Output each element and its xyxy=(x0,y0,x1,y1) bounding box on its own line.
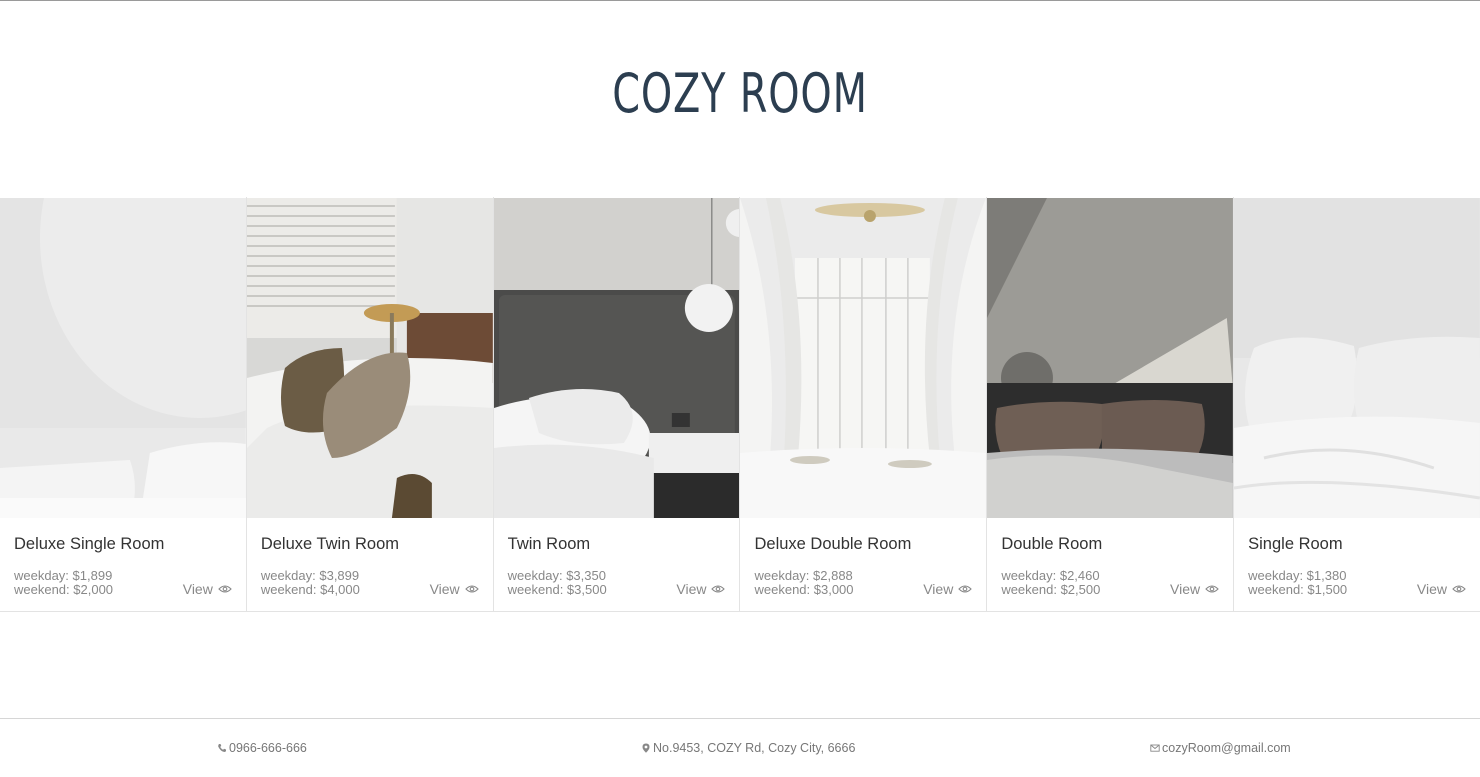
footer-email[interactable]: cozyRoom@gmail.com xyxy=(1150,741,1291,755)
weekend-price: weekend: $2,000 xyxy=(14,582,114,597)
view-label: View xyxy=(182,581,213,597)
weekend-price: weekend: $4,000 xyxy=(260,582,360,597)
footer-phone[interactable]: 0966-666-666 xyxy=(217,741,307,755)
room-prices: weekday: $1,899 weekend: $2,000 xyxy=(14,569,113,597)
room-prices: weekday: $2,888 weekend: $3,000 xyxy=(754,569,853,597)
view-button[interactable]: View xyxy=(676,581,726,597)
eye-icon xyxy=(958,585,973,593)
weekday-price: weekday: $2,888 xyxy=(754,568,853,583)
room-card[interactable]: Single Room weekday: $1,380 weekend: $1,… xyxy=(1233,197,1480,612)
view-label: View xyxy=(1170,581,1201,597)
room-name: Deluxe Double Room xyxy=(754,535,912,553)
view-button[interactable]: View xyxy=(923,581,973,597)
weekend-price: weekend: $3,500 xyxy=(507,582,607,597)
room-name: Deluxe Twin Room xyxy=(260,535,399,553)
weekday-price: weekday: $3,350 xyxy=(507,568,606,583)
eye-icon xyxy=(464,585,479,593)
room-name: Deluxe Single Room xyxy=(14,535,165,553)
room-prices: weekday: $1,380 weekend: $1,500 xyxy=(1248,569,1347,597)
envelope-icon xyxy=(1150,744,1160,752)
room-photo xyxy=(1234,198,1480,518)
weekend-price: weekend: $2,500 xyxy=(1001,582,1101,597)
weekend-price: weekend: $3,000 xyxy=(754,582,854,597)
view-button[interactable]: View xyxy=(183,581,232,597)
eye-icon xyxy=(711,585,726,593)
view-label: View xyxy=(1416,581,1447,597)
weekday-price: weekday: $1,899 xyxy=(14,568,113,583)
phone-icon xyxy=(218,744,226,752)
weekday-price: weekday: $1,380 xyxy=(1248,568,1347,583)
map-pin-icon xyxy=(642,743,650,753)
eye-icon xyxy=(1452,585,1466,593)
room-card[interactable]: Deluxe Single Room weekday: $1,899 weeke… xyxy=(0,197,246,612)
view-button[interactable]: View xyxy=(1170,581,1219,597)
view-label: View xyxy=(429,581,460,597)
room-photo xyxy=(493,198,740,518)
room-card[interactable]: Deluxe Twin Room weekday: $3,899 weekend… xyxy=(245,197,493,612)
view-label: View xyxy=(676,581,707,597)
email-text: cozyRoom@gmail.com xyxy=(1162,741,1291,755)
eye-icon xyxy=(218,585,232,593)
room-photo xyxy=(740,198,987,518)
room-name: Single Room xyxy=(1248,535,1343,553)
weekday-price: weekday: $2,460 xyxy=(1001,568,1100,583)
room-prices: weekday: $3,350 weekend: $3,500 xyxy=(508,569,607,597)
phone-text: 0966-666-666 xyxy=(229,741,307,755)
footer-address: No.9453, COZY Rd, Cozy City, 6666 xyxy=(641,741,855,755)
room-prices: weekday: $3,899 weekend: $4,000 xyxy=(261,569,360,597)
room-photo xyxy=(0,198,246,518)
view-label: View xyxy=(923,581,954,597)
eye-icon xyxy=(1205,585,1219,593)
site-title: COZY ROOM xyxy=(612,62,868,125)
room-photo xyxy=(987,198,1234,518)
view-button[interactable]: View xyxy=(430,581,479,597)
room-name: Double Room xyxy=(1001,535,1103,553)
room-photo xyxy=(246,198,493,518)
room-card[interactable]: Deluxe Double Room weekday: $2,888 weeke… xyxy=(739,197,987,612)
weekend-price: weekend: $1,500 xyxy=(1248,582,1348,597)
room-card[interactable]: Twin Room weekday: $3,350 weekend: $3,50… xyxy=(492,197,740,612)
room-card[interactable]: Double Room weekday: $2,460 weekend: $2,… xyxy=(986,197,1234,612)
footer: 0966-666-666 No.9453, COZY Rd, Cozy City… xyxy=(0,718,1480,777)
room-list: Deluxe Single Room weekday: $1,899 weeke… xyxy=(0,197,1480,612)
address-text: No.9453, COZY Rd, Cozy City, 6666 xyxy=(653,741,856,755)
room-name: Twin Room xyxy=(507,535,591,553)
weekday-price: weekday: $3,899 xyxy=(260,568,360,583)
view-button[interactable]: View xyxy=(1417,581,1466,597)
top-divider xyxy=(0,0,1480,1)
room-prices: weekday: $2,460 weekend: $2,500 xyxy=(1001,569,1100,597)
